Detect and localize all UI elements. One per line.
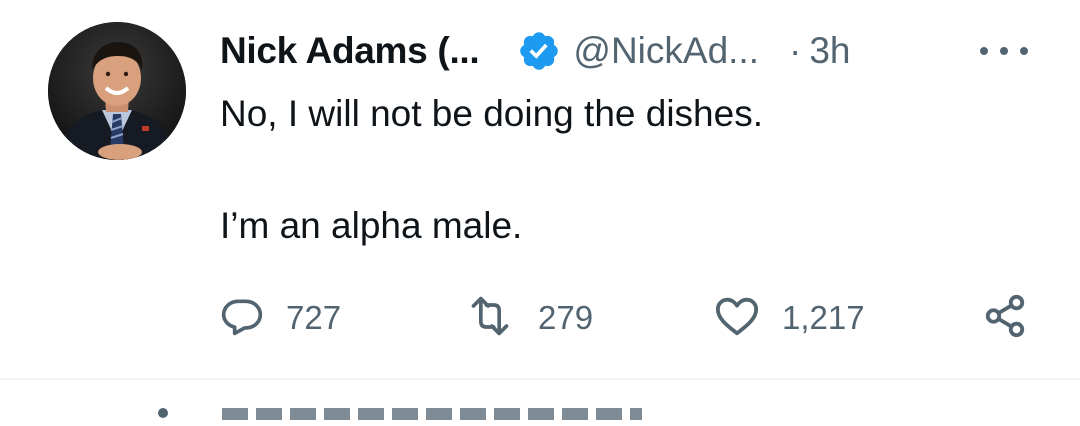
timestamp[interactable]: 3h xyxy=(809,30,850,72)
tweet-text: No, I will not be doing the dishes. I’m … xyxy=(220,86,1040,254)
reply-button[interactable]: 727 xyxy=(220,288,341,348)
share-icon xyxy=(982,293,1028,344)
author-name[interactable]: Nick Adams (... xyxy=(220,30,480,72)
reply-count: 727 xyxy=(286,299,342,336)
share-button[interactable] xyxy=(982,288,1028,348)
avatar[interactable] xyxy=(48,22,186,160)
tweet-header: Nick Adams (... @NickAd... · 3h xyxy=(220,26,850,76)
tweet[interactable]: Nick Adams (... @NickAd... · 3h No, I wi… xyxy=(0,0,1080,380)
more-dots-icon[interactable] xyxy=(980,38,1028,64)
tweet-actions: 727 279 1,217 xyxy=(0,288,1080,348)
reply-bubble-icon xyxy=(220,294,264,343)
tweet-text-line: I’m an alpha male. xyxy=(220,205,523,246)
author-handle[interactable]: @NickAd... xyxy=(573,30,759,72)
retweet-icon xyxy=(464,294,516,343)
pin-icon xyxy=(158,408,168,418)
separator-dot: · xyxy=(789,30,802,71)
divider xyxy=(0,378,1080,380)
tweet-text-line: No, I will not be doing the dishes. xyxy=(220,93,763,134)
verified-badge-icon xyxy=(517,29,561,73)
retweet-count: 279 xyxy=(538,299,594,336)
like-button[interactable]: 1,217 xyxy=(714,288,865,348)
heart-icon xyxy=(714,294,760,343)
retweet-button[interactable]: 279 xyxy=(464,288,593,348)
cropped-text xyxy=(222,408,642,420)
like-count: 1,217 xyxy=(782,299,865,336)
next-tweet-partial xyxy=(140,396,740,426)
